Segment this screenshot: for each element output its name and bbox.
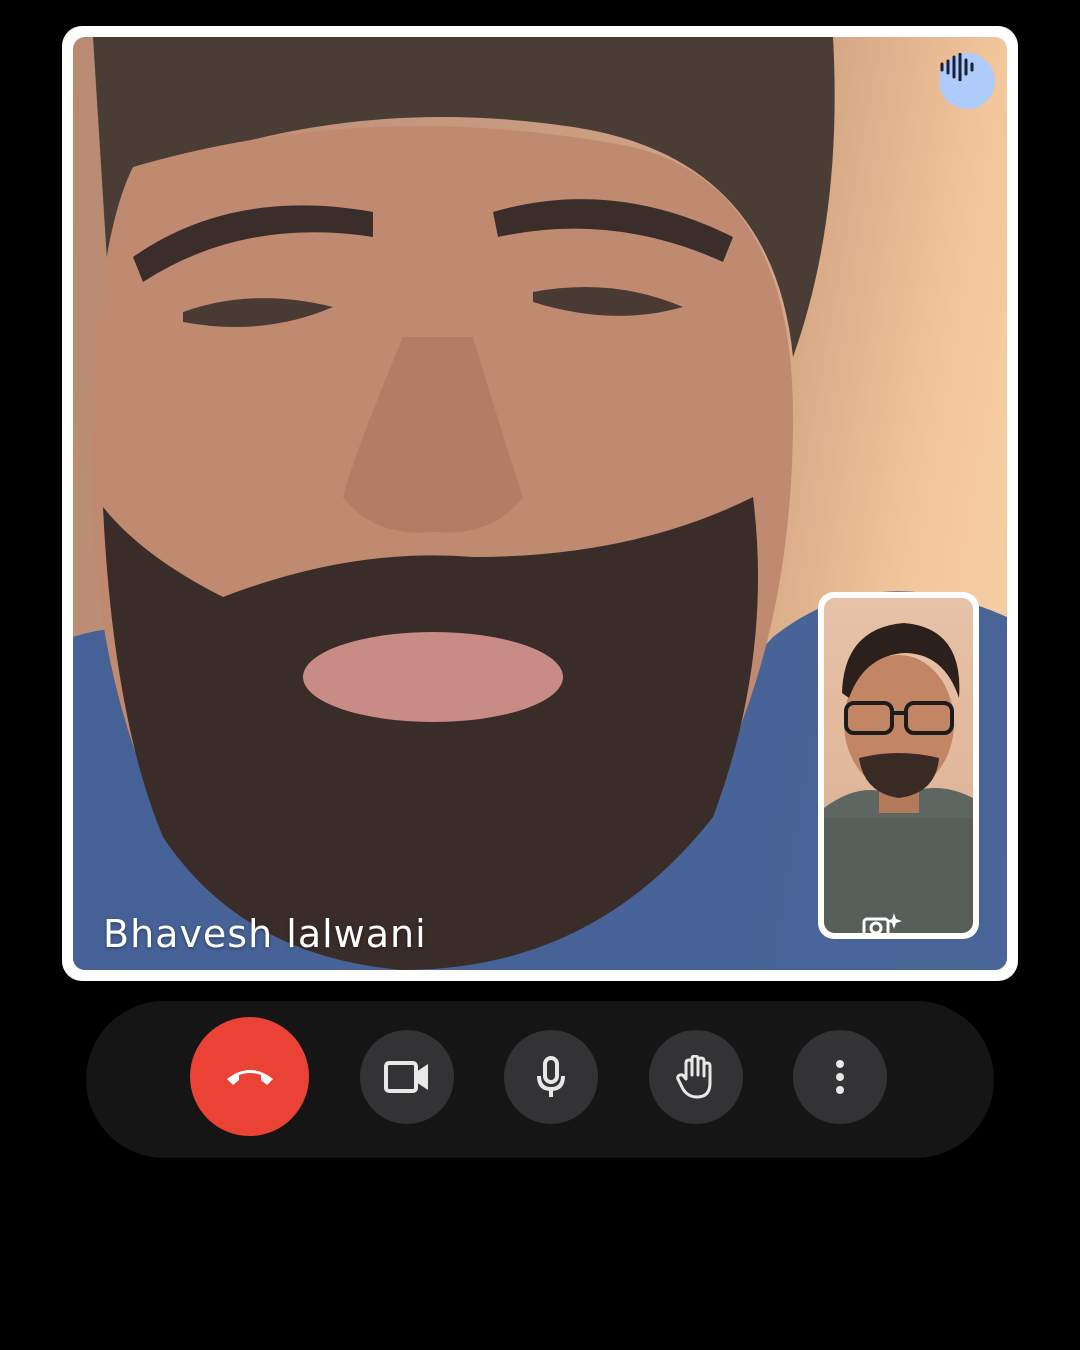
self-view-video[interactable] [824, 598, 973, 933]
participant-name: Bhavesh lalwani [103, 912, 427, 956]
raise-hand-button[interactable] [649, 1030, 743, 1124]
end-call-button[interactable] [190, 1017, 309, 1136]
more-vertical-icon [836, 1060, 844, 1094]
microphone-toggle-button[interactable] [504, 1030, 598, 1124]
phone-hangup-icon [226, 1069, 273, 1085]
video-camera-icon [384, 1061, 428, 1093]
video-call-screen: Bhavesh lalwani [0, 0, 1080, 1350]
more-options-button[interactable] [793, 1030, 887, 1124]
hand-icon [676, 1055, 712, 1099]
speaking-indicator [939, 53, 995, 109]
camera-toggle-button[interactable] [360, 1030, 454, 1124]
audio-wave-icon [940, 53, 974, 81]
self-view-frame[interactable] [818, 592, 979, 939]
self-video-image [824, 623, 973, 933]
call-control-bar [86, 1001, 994, 1158]
microphone-icon [537, 1056, 565, 1097]
